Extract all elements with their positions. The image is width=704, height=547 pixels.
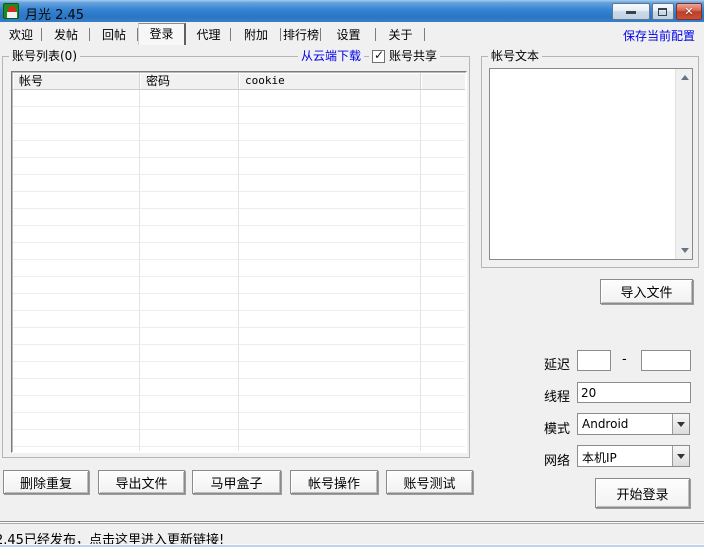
table-grid-line	[139, 90, 140, 451]
mode-label: 模式	[544, 418, 570, 437]
thread-input[interactable]	[577, 382, 691, 403]
network-dropdown-button[interactable]	[672, 446, 689, 466]
app-window: 月光 2.45 ✕ 欢迎 发帖 回帖 登录 代理 附加 排行榜 设置 关于 保存…	[0, 0, 704, 547]
minimize-button[interactable]	[612, 3, 650, 20]
account-text-legend: 帐号文本	[488, 49, 542, 63]
tab-ranking[interactable]: 排行榜	[281, 25, 321, 45]
mode-value: Android	[582, 417, 628, 431]
close-button[interactable]: ✕	[676, 3, 702, 20]
export-file-button[interactable]: 导出文件	[98, 470, 185, 494]
tab-settings[interactable]: 设置	[321, 25, 376, 45]
share-checkbox[interactable]: ✓ 账号共享	[369, 49, 440, 63]
checkmark-icon: ✓	[374, 48, 384, 62]
tab-proxy[interactable]: 代理	[186, 25, 231, 45]
network-label: 网络	[544, 450, 570, 469]
status-bar: 2.45已经发布，点击这里进入更新链接!	[0, 526, 704, 544]
tab-welcome[interactable]: 欢迎	[0, 25, 42, 45]
account-textarea[interactable]	[489, 68, 693, 260]
thread-label: 线程	[544, 386, 570, 405]
column-header-password[interactable]: 密码	[140, 73, 239, 90]
tab-about[interactable]: 关于	[376, 25, 425, 45]
tab-bar: 欢迎 发帖 回帖 登录 代理 附加 排行榜 设置 关于 保存当前配置	[0, 22, 704, 45]
column-header-extra[interactable]	[421, 73, 465, 90]
close-icon: ✕	[677, 5, 701, 18]
account-ops-button[interactable]: 帐号操作	[290, 470, 378, 494]
account-text-groupbox: 帐号文本	[481, 56, 699, 268]
chevron-down-icon	[677, 422, 685, 427]
table-body[interactable]	[13, 90, 465, 451]
tab-post[interactable]: 发帖	[42, 25, 90, 45]
tab-extra[interactable]: 附加	[231, 25, 281, 45]
scroll-up-icon[interactable]	[676, 69, 693, 86]
import-file-button[interactable]: 导入文件	[600, 279, 693, 304]
puppet-box-button[interactable]: 马甲盒子	[192, 470, 281, 494]
delay-label: 延迟	[544, 354, 570, 373]
account-list-groupbox: 账号列表(0) 从云端下载 ✓ 账号共享 帐号 密码 cookie	[2, 56, 470, 458]
table-grid-line	[420, 90, 421, 451]
checkbox-box[interactable]: ✓	[372, 50, 385, 63]
table-header: 帐号 密码 cookie	[13, 73, 465, 90]
column-header-cookie[interactable]: cookie	[239, 73, 421, 90]
mode-select[interactable]: Android	[577, 413, 690, 435]
minimize-icon	[626, 11, 636, 14]
delay-min-input[interactable]	[577, 350, 611, 371]
tab-reply[interactable]: 回帖	[90, 25, 138, 45]
column-header-account[interactable]: 帐号	[13, 73, 140, 90]
account-test-button[interactable]: 账号测试	[386, 470, 473, 494]
textarea-scrollbar[interactable]	[675, 69, 692, 259]
start-login-button[interactable]: 开始登录	[595, 478, 690, 508]
save-config-link[interactable]: 保存当前配置	[623, 27, 695, 44]
cloud-download-link[interactable]: 从云端下载	[298, 49, 364, 63]
chevron-down-icon	[677, 454, 685, 459]
divider	[0, 521, 704, 525]
table-grid-line	[238, 90, 239, 451]
app-icon	[3, 3, 19, 19]
network-select[interactable]: 本机IP	[577, 445, 690, 467]
scroll-down-icon[interactable]	[676, 242, 693, 259]
delay-separator: -	[622, 352, 627, 367]
remove-duplicates-button[interactable]: 删除重复	[3, 470, 89, 494]
delay-max-input[interactable]	[641, 350, 691, 371]
maximize-button[interactable]	[652, 3, 674, 20]
tab-login[interactable]: 登录	[138, 23, 186, 45]
share-checkbox-label: 账号共享	[389, 49, 437, 63]
window-title: 月光 2.45	[25, 4, 84, 23]
titlebar[interactable]: 月光 2.45 ✕	[0, 0, 704, 22]
account-list-legend: 账号列表(0)	[9, 49, 80, 63]
network-value: 本机IP	[582, 449, 617, 466]
maximize-icon	[658, 8, 667, 16]
mode-dropdown-button[interactable]	[672, 414, 689, 434]
account-table[interactable]: 帐号 密码 cookie	[11, 71, 467, 453]
